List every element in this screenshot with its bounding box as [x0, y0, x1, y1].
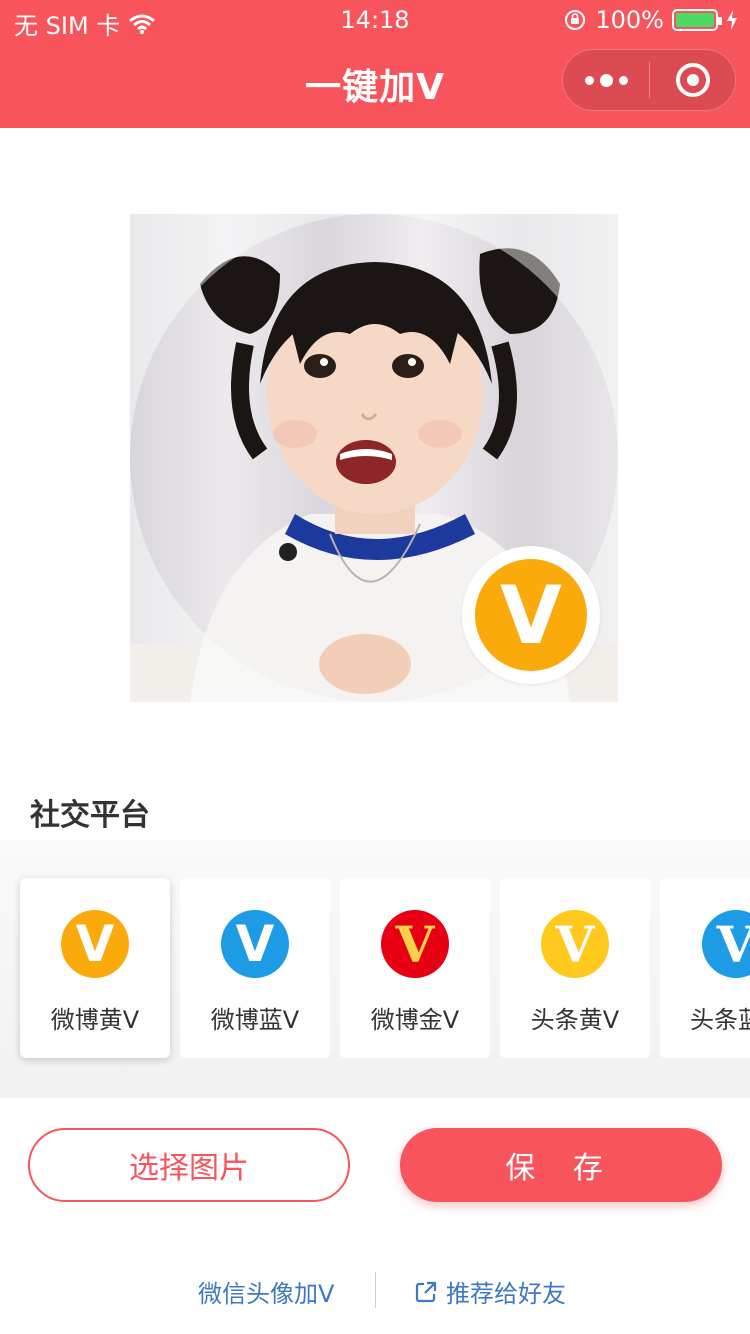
share-link[interactable]: 推荐给好友: [414, 1274, 566, 1309]
platform-list: V 微博黄V V 微博蓝V V 微博金V V 头条黄V V 头条蓝: [20, 878, 750, 1058]
share-link-label: 推荐给好友: [446, 1280, 566, 1308]
rotation-lock-icon: [565, 10, 586, 30]
platform-card-weibo-blue[interactable]: V 微博蓝V: [180, 878, 330, 1058]
footer-links: 微信头像加V 推荐给好友: [0, 1268, 750, 1310]
platform-card-toutiao-yellow[interactable]: V 头条黄V: [500, 878, 650, 1058]
section-title: 社交平台: [30, 798, 150, 833]
platform-label: 微博金V: [370, 1006, 460, 1034]
more-dot-icon: [584, 75, 594, 85]
platform-label: 头条黄V: [530, 1006, 620, 1034]
platform-label: 微博蓝V: [210, 1006, 300, 1034]
wechat-avatar-link[interactable]: 微信头像加V: [198, 1274, 334, 1309]
platform-card-weibo-gold[interactable]: V 微博金V: [340, 878, 490, 1058]
close-miniprogram-button[interactable]: [650, 63, 735, 97]
weibo-gold-v-icon: V: [381, 910, 449, 978]
select-image-button[interactable]: 选择图片: [28, 1128, 350, 1202]
toutiao-yellow-v-icon: V: [541, 910, 609, 978]
footer-divider: [375, 1272, 376, 1308]
toutiao-blue-v-icon: V: [702, 910, 750, 978]
weibo-yellow-v-icon: V: [61, 910, 129, 978]
platform-card-toutiao-blue[interactable]: V 头条蓝: [660, 878, 750, 1058]
v-badge-icon: V: [475, 559, 587, 671]
more-dot-icon: [599, 73, 613, 87]
v-badge-overlay[interactable]: V: [462, 546, 600, 684]
battery-icon: [672, 9, 722, 31]
more-dot-icon: [618, 75, 628, 85]
status-bar: 无 SIM 卡 14:18 100%: [0, 0, 750, 40]
weibo-blue-v-icon: V: [221, 910, 289, 978]
header-bar: 无 SIM 卡 14:18 100% 一键加V: [0, 0, 750, 128]
target-icon: [675, 63, 710, 97]
save-button[interactable]: 保 存: [400, 1128, 722, 1202]
battery-level: [676, 13, 714, 27]
battery-percent: 100%: [595, 6, 664, 34]
share-external-icon: [415, 1281, 437, 1302]
charging-icon: [727, 10, 737, 30]
platform-label: 微博黄V: [50, 1006, 140, 1034]
platform-label: 头条蓝: [690, 1006, 750, 1034]
platform-card-weibo-yellow[interactable]: V 微博黄V: [20, 878, 170, 1058]
status-right: 100%: [563, 6, 738, 34]
miniprogram-capsule: [562, 49, 736, 111]
more-button[interactable]: [563, 50, 649, 110]
